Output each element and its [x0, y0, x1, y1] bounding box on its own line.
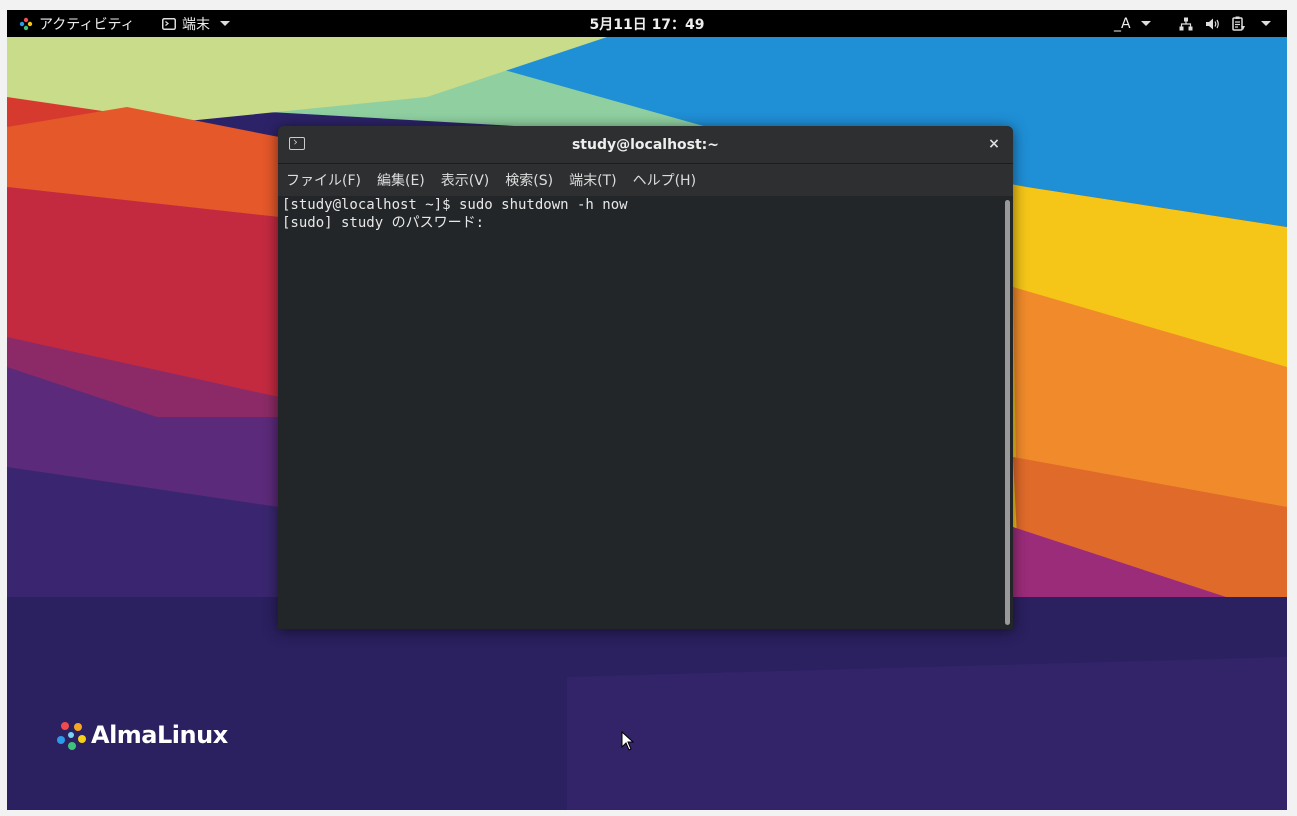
window-titlebar[interactable]: study@localhost:~ × — [278, 126, 1013, 164]
menu-view[interactable]: 表示(V) — [433, 170, 498, 190]
menu-help[interactable]: ヘルプ(H) — [625, 170, 704, 190]
logo-text: AlmaLinux — [91, 721, 228, 749]
window-title: study@localhost:~ — [571, 136, 720, 153]
almalinux-logo-icon — [57, 722, 86, 750]
clock[interactable]: 5月11日 17：49 — [7, 10, 1287, 37]
top-bar: アクティビティ 端末 5月11日 17：49 _A — [7, 10, 1287, 37]
network-wired-icon — [1179, 17, 1193, 30]
terminal-window[interactable]: study@localhost:~ × ファイル(F) 編集(E) 表示(V) … — [278, 126, 1013, 629]
chevron-down-icon — [1261, 21, 1271, 26]
terminal-line: [study@localhost ~]$ sudo shutdown -h no… — [282, 197, 628, 213]
scrollbar[interactable] — [1005, 200, 1010, 625]
menu-search[interactable]: 検索(S) — [497, 170, 561, 190]
clock-label: 5月11日 17：49 — [589, 16, 705, 33]
mouse-cursor-icon — [621, 731, 635, 751]
terminal-line: [sudo] study のパスワード: — [282, 215, 485, 231]
close-icon: × — [988, 136, 1000, 152]
menu-bar: ファイル(F) 編集(E) 表示(V) 検索(S) 端末(T) ヘルプ(H) — [278, 164, 1013, 196]
desktop-screen: アクティビティ 端末 5月11日 17：49 _A study@localhos… — [7, 10, 1287, 810]
menu-edit[interactable]: 編集(E) — [369, 170, 433, 190]
input-method-indicator[interactable]: _A — [1114, 10, 1151, 37]
almalinux-logo: AlmaLinux — [55, 719, 228, 751]
menu-terminal[interactable]: 端末(T) — [561, 170, 624, 190]
input-method-label: _A — [1114, 15, 1131, 32]
chevron-down-icon — [1140, 21, 1151, 26]
system-menu-button[interactable] — [1179, 10, 1271, 37]
menu-file[interactable]: ファイル(F) — [278, 170, 369, 190]
terminal-output[interactable]: [study@localhost ~]$ sudo shutdown -h no… — [278, 196, 1002, 629]
battery-clipboard-icon — [1232, 16, 1245, 31]
terminal-icon[interactable] — [289, 137, 305, 150]
volume-icon — [1206, 18, 1219, 29]
close-button[interactable]: × — [985, 135, 1003, 153]
